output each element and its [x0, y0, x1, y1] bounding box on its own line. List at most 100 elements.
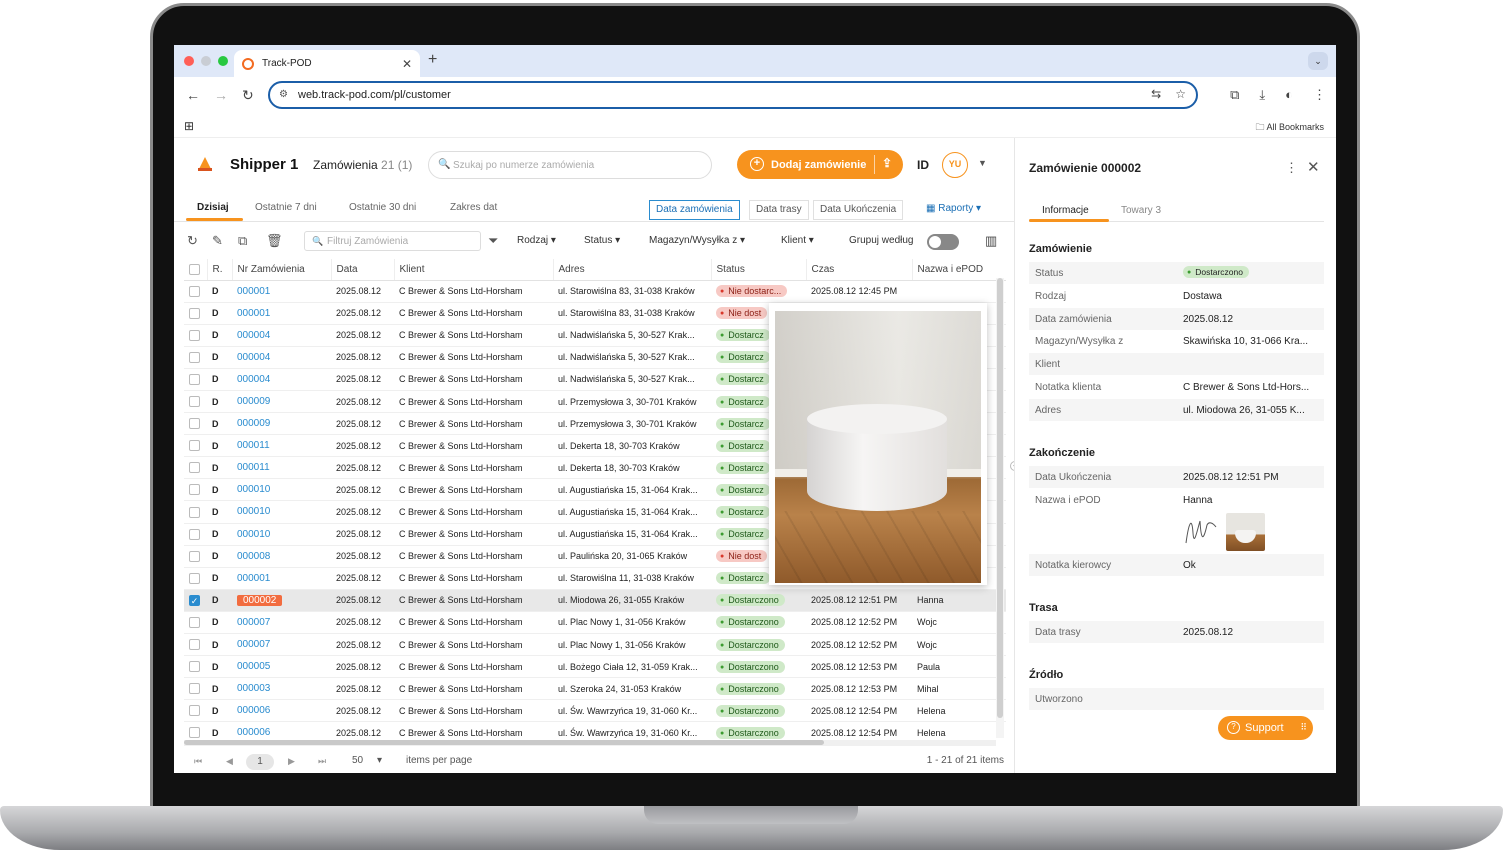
- support-button[interactable]: ? Support ⠿: [1218, 716, 1313, 740]
- cell-order-number-text[interactable]: 000003: [237, 683, 270, 694]
- row-checkbox[interactable]: [189, 683, 200, 695]
- filter-warehouse-dropdown[interactable]: Magazyn/Wysyłka z ▾: [649, 235, 745, 246]
- cell-order-number-text[interactable]: 000009: [237, 418, 270, 429]
- mode-order-date[interactable]: Data zamówienia: [649, 200, 740, 220]
- row-select-cell[interactable]: [184, 655, 207, 679]
- filter-type-dropdown[interactable]: Rodzaj ▾: [517, 235, 556, 246]
- minimize-window-button[interactable]: [201, 56, 211, 66]
- cell-order-number-text[interactable]: 000001: [237, 286, 270, 297]
- reload-icon[interactable]: ↻: [242, 87, 254, 104]
- row-select-cell[interactable]: [184, 677, 207, 701]
- cell-order-number-text[interactable]: 000010: [237, 529, 270, 540]
- grid-horizontal-scrollbar[interactable]: [184, 740, 996, 746]
- browser-tab[interactable]: Track-POD ✕: [234, 50, 420, 77]
- row-select-cell[interactable]: [184, 346, 207, 369]
- download-icon[interactable]: ⤓: [1259, 87, 1265, 103]
- scrollbar-thumb[interactable]: [997, 278, 1003, 718]
- row-checkbox[interactable]: [189, 727, 200, 739]
- row-checkbox[interactable]: [189, 705, 200, 717]
- extensions-icon[interactable]: ⧉: [1230, 87, 1239, 103]
- row-select-cell[interactable]: [184, 456, 207, 480]
- cell-order-number-text[interactable]: 000002: [237, 594, 283, 606]
- delete-icon[interactable]: 🗑: [266, 233, 283, 249]
- row-select-cell[interactable]: [184, 633, 207, 657]
- row-checkbox[interactable]: ✓: [189, 594, 200, 606]
- profile-icon[interactable]: ◐: [1285, 87, 1293, 103]
- row-select-cell[interactable]: [184, 302, 207, 325]
- site-info-icon[interactable]: ⚙: [279, 89, 288, 100]
- drag-handle-icon[interactable]: ⠿: [1300, 722, 1306, 733]
- row-checkbox[interactable]: [189, 528, 200, 540]
- edit-icon[interactable]: ✎: [212, 233, 223, 249]
- column-header-epod[interactable]: Nazwa i ePOD: [912, 259, 1006, 281]
- column-header-client[interactable]: Klient: [394, 259, 554, 281]
- table-row[interactable]: ✓ D 000002 2025.08.12 C Brewer & Sons Ltd-Ho…: [184, 589, 1006, 612]
- mode-route-date[interactable]: Data trasy: [749, 200, 809, 220]
- row-select-cell[interactable]: [184, 523, 207, 546]
- mode-completion-date[interactable]: Data Ukończenia: [813, 200, 904, 220]
- browser-menu-icon[interactable]: ⋮: [1313, 87, 1326, 103]
- row-select-cell[interactable]: [184, 324, 207, 347]
- table-row[interactable]: D 000006 2025.08.12 C Brewer & Sons Ltd-Hor…: [184, 699, 1006, 723]
- cell-order-number-text[interactable]: 000009: [237, 396, 270, 407]
- row-select-cell[interactable]: [184, 478, 207, 502]
- forward-arrow-icon[interactable]: →: [214, 87, 228, 103]
- maximize-window-button[interactable]: [218, 56, 228, 66]
- row-checkbox[interactable]: [189, 617, 200, 629]
- row-select-cell[interactable]: [184, 545, 207, 568]
- column-header-status[interactable]: Status: [711, 259, 807, 281]
- row-checkbox[interactable]: [189, 661, 200, 673]
- row-checkbox[interactable]: [189, 462, 200, 474]
- prev-page-icon[interactable]: ◀: [226, 756, 233, 767]
- cell-order-number-text[interactable]: 000006: [237, 727, 270, 738]
- column-header-date[interactable]: Data: [331, 259, 395, 281]
- columns-icon[interactable]: ▥: [985, 233, 997, 249]
- epod-photo-thumbnail[interactable]: [1226, 513, 1265, 551]
- more-options-icon[interactable]: ⋮: [1285, 160, 1298, 176]
- funnel-icon[interactable]: ⏷: [488, 233, 498, 249]
- address-bar[interactable]: ⚙ web.track-pod.com/pl/customer ⇆ ☆: [268, 81, 1198, 109]
- cell-order-number-text[interactable]: 000004: [237, 374, 270, 385]
- cell-order-number-text[interactable]: 000010: [237, 506, 270, 517]
- row-checkbox[interactable]: [189, 572, 200, 584]
- row-checkbox[interactable]: [189, 285, 200, 297]
- refresh-icon[interactable]: ↻: [187, 233, 198, 249]
- table-row[interactable]: D 000003 2025.08.12 C Brewer & Sons Ltd-Hor…: [184, 677, 1006, 701]
- row-checkbox[interactable]: [189, 396, 200, 408]
- row-checkbox[interactable]: [189, 418, 200, 430]
- column-header-address[interactable]: Adres: [553, 259, 712, 281]
- table-row[interactable]: D 000007 2025.08.12 C Brewer & Sons Ltd-Hor…: [184, 611, 1006, 635]
- bookmark-star-icon[interactable]: ☆: [1175, 87, 1186, 101]
- upload-icon[interactable]: ⇪: [882, 156, 892, 170]
- copy-icon[interactable]: ⧉: [238, 233, 247, 249]
- chevron-down-icon[interactable]: ▼: [978, 158, 987, 168]
- next-page-icon[interactable]: ▶: [288, 756, 295, 767]
- reports-button[interactable]: ▦ Raporty ▾: [926, 203, 981, 214]
- row-checkbox[interactable]: [189, 484, 200, 496]
- filter-client-dropdown[interactable]: Klient ▾: [781, 235, 814, 246]
- tab-information[interactable]: Informacje: [1042, 205, 1089, 216]
- table-row[interactable]: D 000007 2025.08.12 C Brewer & Sons Ltd-Hor…: [184, 633, 1006, 657]
- row-checkbox[interactable]: [189, 550, 200, 562]
- row-checkbox[interactable]: [189, 373, 200, 385]
- id-label[interactable]: ID: [917, 158, 929, 172]
- row-select-cell[interactable]: [184, 280, 207, 303]
- avatar[interactable]: YU: [942, 152, 968, 178]
- group-by-toggle[interactable]: [927, 234, 959, 250]
- column-header-time[interactable]: Czas: [806, 259, 913, 281]
- row-checkbox[interactable]: [189, 351, 200, 363]
- row-select-cell[interactable]: [184, 611, 207, 635]
- row-select-cell[interactable]: ✓: [184, 589, 207, 612]
- cell-order-number-text[interactable]: 000004: [237, 330, 270, 341]
- row-select-cell[interactable]: [184, 567, 207, 590]
- cell-order-number-text[interactable]: 000011: [237, 440, 270, 451]
- cell-order-number-text[interactable]: 000006: [237, 705, 270, 716]
- select-all-checkbox[interactable]: [189, 263, 200, 275]
- row-checkbox[interactable]: [189, 329, 200, 341]
- current-page[interactable]: 1: [246, 754, 274, 770]
- scrollbar-thumb[interactable]: [184, 740, 824, 745]
- add-order-button[interactable]: + Dodaj zamówienie ⇪: [737, 150, 903, 179]
- cell-order-number-text[interactable]: 000001: [237, 573, 270, 584]
- row-select-cell[interactable]: [184, 434, 207, 458]
- header-select-all[interactable]: [184, 259, 208, 281]
